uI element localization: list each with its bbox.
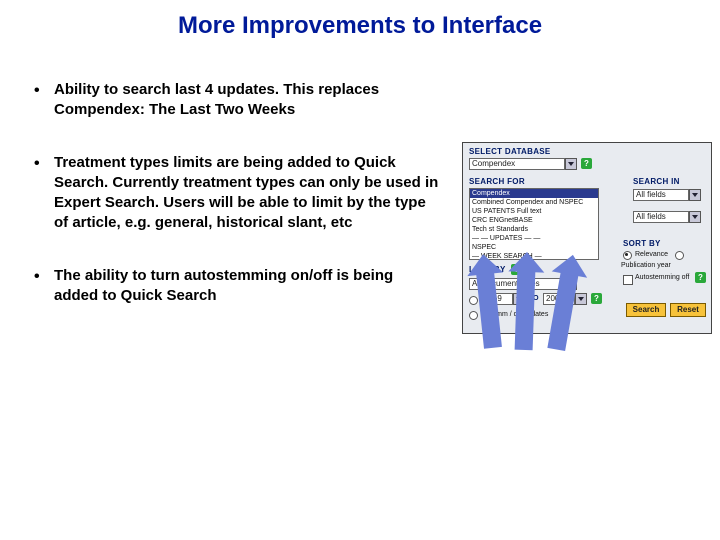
sort-by-label: SORT BY: [623, 239, 661, 248]
listbox-item[interactable]: CRC ENGnetBASE: [472, 217, 533, 224]
listbox-item[interactable]: US PATENTS Full text: [472, 208, 541, 215]
sort-pubyear-label: Publication year: [621, 262, 709, 269]
help-icon[interactable]: ?: [591, 293, 602, 304]
search-in-select-1[interactable]: All fields: [633, 189, 689, 201]
dropdown-icon[interactable]: [689, 189, 701, 201]
slide: More Improvements to Interface Ability t…: [0, 0, 720, 540]
search-in-select-2[interactable]: All fields: [633, 211, 689, 223]
callout-arrow-icon: [515, 270, 536, 351]
listbox-item[interactable]: Tech st Standards: [472, 226, 528, 233]
sort-relevance-radio[interactable]: [623, 251, 632, 260]
listbox-selected[interactable]: Compendex: [470, 189, 598, 198]
database-select[interactable]: Compendex: [469, 158, 565, 170]
dropdown-icon[interactable]: [565, 158, 577, 170]
sort-relevance-label: Relevance: [635, 251, 668, 258]
search-for-label: SEARCH FOR: [469, 177, 525, 186]
autostem-checkbox[interactable]: [623, 275, 633, 285]
listbox-item[interactable]: Combined Compendex and NSPEC: [472, 199, 583, 206]
help-icon[interactable]: ?: [695, 272, 706, 283]
reset-button[interactable]: Reset: [670, 303, 706, 317]
sort-pubyear-radio[interactable]: [675, 251, 684, 260]
database-listbox[interactable]: Compendex Combined Compendex and NSPEC U…: [469, 188, 599, 260]
slide-title: More Improvements to Interface: [0, 12, 720, 40]
search-in-label: SEARCH IN: [633, 177, 680, 186]
listbox-item[interactable]: — — UPDATES — —: [472, 235, 540, 242]
help-icon[interactable]: ?: [581, 158, 592, 169]
listbox-item[interactable]: NSPEC: [472, 244, 496, 251]
select-database-label: SELECT DATABASE: [469, 147, 551, 156]
last-updates-radio[interactable]: [469, 311, 478, 320]
search-button[interactable]: Search: [626, 303, 666, 317]
dropdown-icon[interactable]: [689, 211, 701, 223]
year-range-radio[interactable]: [469, 296, 478, 305]
bullet-item: Treatment types limits are being added t…: [30, 153, 440, 234]
bullet-item: The ability to turn autostemming on/off …: [30, 266, 440, 307]
search-form-screenshot: SELECT DATABASE Compendex ? SEARCH FOR C…: [462, 142, 712, 334]
dropdown-icon[interactable]: [575, 293, 587, 305]
autostem-label: Autostemming off: [635, 274, 689, 281]
bullet-item: Ability to search last 4 updates. This r…: [30, 80, 440, 121]
bullet-list: Ability to search last 4 updates. This r…: [30, 80, 440, 338]
